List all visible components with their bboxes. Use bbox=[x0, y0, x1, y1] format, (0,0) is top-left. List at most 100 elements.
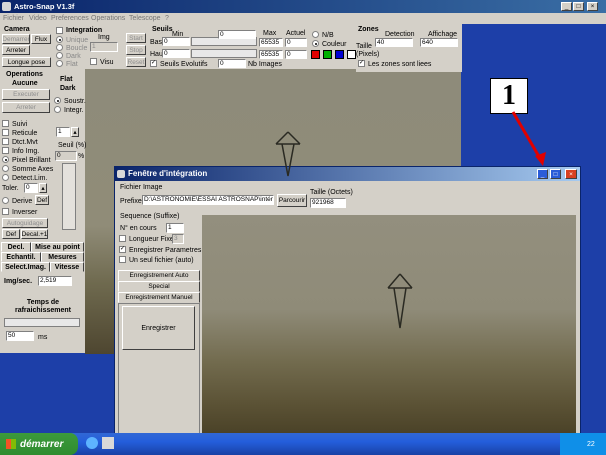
seuils-max-label: Max bbox=[263, 30, 277, 37]
img-count-field[interactable]: 1 bbox=[90, 42, 118, 52]
menu-preferences[interactable]: Preferences bbox=[51, 15, 89, 22]
min-value-field[interactable]: 0 bbox=[218, 30, 256, 39]
menu-help[interactable]: ? bbox=[165, 15, 169, 22]
info-img-checkbox[interactable] bbox=[2, 147, 9, 154]
seuils-evolutifs-checkbox[interactable]: ✓ bbox=[150, 60, 157, 67]
decal-button[interactable]: Decal.+1 bbox=[21, 229, 48, 239]
seuil-slider[interactable] bbox=[62, 163, 76, 230]
prefixe-field[interactable]: D:\ASTRONOMIE\ESSAI ASTROSNAP\intér bbox=[142, 195, 274, 205]
actuel-haut-field[interactable]: 0 bbox=[285, 50, 307, 59]
maximize-button[interactable]: □ bbox=[573, 2, 584, 11]
somme-axes-label: Somme Axes bbox=[12, 166, 54, 173]
stop-button[interactable]: Stop bbox=[126, 45, 146, 55]
dark-radio[interactable] bbox=[56, 52, 63, 59]
tab-enreg-auto[interactable]: Enregistrement Auto bbox=[118, 270, 200, 281]
seuils-actuel-label: Actuel bbox=[286, 30, 306, 37]
dialog-minimize-button[interactable]: _ bbox=[537, 169, 548, 179]
unique-radio[interactable] bbox=[56, 36, 63, 43]
zones-liees-checkbox[interactable]: ✓ bbox=[358, 60, 365, 67]
haut-value-field[interactable]: 0 bbox=[162, 49, 190, 58]
main-titlebar bbox=[0, 0, 606, 13]
dtct-mvt-checkbox[interactable] bbox=[2, 138, 9, 145]
visu-checkbox[interactable] bbox=[90, 58, 97, 65]
quicklaunch-ie-icon[interactable] bbox=[86, 437, 98, 449]
minimize-button[interactable]: _ bbox=[561, 2, 572, 11]
nb-images-field[interactable]: 0 bbox=[218, 59, 246, 68]
derive-radio[interactable] bbox=[2, 197, 9, 204]
integr-radio[interactable] bbox=[54, 106, 61, 113]
tab-select-imag[interactable]: Select.Imag. bbox=[1, 262, 50, 272]
boucle-radio[interactable] bbox=[56, 44, 63, 51]
suivi-checkbox[interactable] bbox=[2, 120, 9, 127]
quicklaunch-app-icon[interactable] bbox=[102, 437, 114, 449]
actuel-bas-field[interactable]: 0 bbox=[285, 38, 307, 47]
longueur-field[interactable]: 3 bbox=[172, 234, 184, 244]
tab-enreg-manuel[interactable]: Enregistrement Manuel bbox=[118, 292, 200, 303]
reticule-checkbox[interactable] bbox=[2, 129, 9, 136]
menu-fichier[interactable]: Fichier bbox=[3, 15, 24, 22]
tab-mise-au-point[interactable]: Mise au point bbox=[31, 242, 84, 252]
integration-checkbox[interactable] bbox=[56, 27, 63, 34]
detect-lim-radio[interactable] bbox=[2, 174, 9, 181]
parcourir-button[interactable]: Parcourir bbox=[277, 194, 307, 207]
enregistrer-button[interactable]: Enregistrer bbox=[122, 306, 195, 350]
refresh-slider[interactable] bbox=[4, 318, 80, 327]
tab-decl[interactable]: Decl. bbox=[1, 242, 31, 252]
bas-label: Bas bbox=[150, 39, 163, 46]
white-channel-check[interactable] bbox=[347, 50, 356, 59]
longueur-fixe-checkbox[interactable] bbox=[119, 235, 126, 242]
def-button[interactable]: Def bbox=[35, 195, 49, 205]
dialog-close-button[interactable]: × bbox=[565, 169, 577, 179]
toler-updown[interactable]: ▴ bbox=[39, 183, 47, 193]
app-title: Astro-Snap V1.3f bbox=[14, 2, 75, 11]
menu-video[interactable]: Video bbox=[29, 15, 47, 22]
max-haut-field[interactable]: 65535 bbox=[259, 50, 283, 59]
executer-button[interactable]: Executer bbox=[2, 89, 50, 100]
dialog-maximize-button[interactable]: □ bbox=[550, 169, 561, 179]
toler-field[interactable]: 0 bbox=[24, 183, 38, 193]
couleur-radio[interactable] bbox=[312, 40, 319, 47]
tab-vitesse[interactable]: Vitesse bbox=[50, 262, 84, 272]
tab-mesures[interactable]: Mesures bbox=[41, 252, 84, 262]
dialog-preview-image bbox=[202, 215, 576, 452]
pixel-brillant-radio[interactable] bbox=[2, 156, 9, 163]
nb-radio[interactable] bbox=[312, 31, 319, 38]
start-button[interactable]: Start bbox=[126, 33, 146, 43]
menu-operations[interactable]: Operations bbox=[91, 15, 125, 22]
soustr-radio[interactable] bbox=[54, 97, 61, 104]
inverser-checkbox[interactable] bbox=[2, 208, 9, 215]
menu-telescope[interactable]: Telescope bbox=[129, 15, 161, 22]
arreter-op-button[interactable]: Arreter bbox=[2, 102, 50, 113]
zones-detection-field[interactable]: 40 bbox=[375, 38, 413, 47]
spin-updown[interactable]: ▴ bbox=[71, 127, 79, 137]
info-img-label: Info Img. bbox=[12, 148, 40, 155]
close-button[interactable]: × bbox=[587, 2, 598, 11]
seuil-field[interactable]: 0 bbox=[55, 151, 77, 161]
reset-button[interactable]: Reset bbox=[126, 57, 146, 67]
flat-radio[interactable] bbox=[56, 60, 63, 67]
green-channel-check[interactable] bbox=[323, 50, 332, 59]
autoguidage-button[interactable]: Autoguidage bbox=[2, 218, 48, 228]
def2-button[interactable]: Def bbox=[2, 229, 20, 239]
n-en-cours-field[interactable]: 1 bbox=[166, 223, 184, 233]
haut-slider[interactable] bbox=[191, 49, 257, 58]
zones-affichage-field[interactable]: 640 bbox=[420, 38, 458, 47]
max-bas-field[interactable]: 65535 bbox=[259, 38, 283, 47]
longue-pose-button[interactable]: Longue pose bbox=[2, 57, 51, 67]
somme-axes-radio[interactable] bbox=[2, 165, 9, 172]
refresh-field[interactable]: 50 bbox=[6, 331, 34, 341]
soustr-label: Soustr. bbox=[64, 98, 86, 105]
taille-field: 921968 bbox=[310, 198, 346, 208]
tab-echantil[interactable]: Echantil. bbox=[1, 252, 41, 262]
demarrer-button[interactable]: Demarrer bbox=[2, 34, 30, 44]
enregistrer-params-checkbox[interactable]: ✓ bbox=[119, 246, 126, 253]
seul-fichier-checkbox[interactable] bbox=[119, 256, 126, 263]
flux-button[interactable]: Flux bbox=[31, 34, 51, 44]
tab-special[interactable]: Special bbox=[118, 281, 200, 292]
spin-field[interactable]: 1 bbox=[56, 127, 70, 137]
arreter-camera-button[interactable]: Arreter bbox=[2, 45, 30, 55]
bas-value-field[interactable]: 0 bbox=[162, 37, 190, 46]
red-channel-check[interactable] bbox=[311, 50, 320, 59]
blue-channel-check[interactable] bbox=[335, 50, 344, 59]
start-menu-button[interactable]: démarrer bbox=[0, 433, 78, 455]
